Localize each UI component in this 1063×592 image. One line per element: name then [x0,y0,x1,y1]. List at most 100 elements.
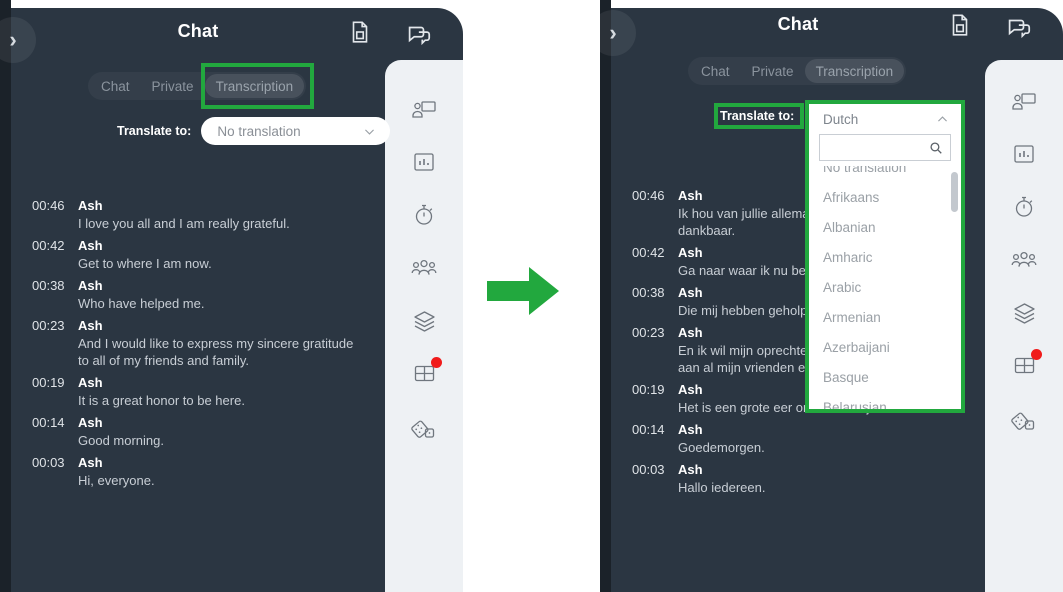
dropdown-search-wrap[interactable] [819,134,951,161]
transcript-message-header: 00:38 Ash [32,278,362,293]
left-header: Chat [11,18,385,70]
right-tab-transcription[interactable]: Transcription [804,59,905,83]
transcript-timestamp: 00:42 [632,245,665,260]
transcript-timestamp: 00:19 [632,382,665,397]
left-rail-layout-grid-icon[interactable] [385,357,463,386]
right-rail-participants-icon[interactable] [985,247,1063,275]
dropdown-option[interactable]: No translation [809,166,961,182]
left-panel: › Chat Chat Private Transcription Transl… [0,0,463,592]
right-arrow-icon [487,267,559,315]
left-tab-private[interactable]: Private [141,74,205,98]
transcript-message-text: Good morning. [78,433,164,448]
right-rail-timer-icon[interactable] [985,194,1063,220]
left-rail-layers-icon[interactable] [385,308,463,335]
chevron-up-icon [938,115,947,122]
transcript-speaker-name: Ash [678,325,703,340]
right-tab-private[interactable]: Private [741,59,805,83]
dropdown-option[interactable]: Albanian [809,212,961,242]
left-rail-screen-share-icon[interactable] [385,96,463,124]
transcript-timestamp: 00:23 [32,318,65,333]
dropdown-option[interactable]: Afrikaans [809,182,961,212]
left-transcription-highlight [201,63,314,109]
right-document-icon[interactable] [947,12,973,38]
dropdown-search-input[interactable] [820,139,929,156]
right-panel: › Chat Chat Private Transcription 00:46 … [590,0,1063,592]
transcript-speaker-name: Ash [678,245,703,260]
right-tab-chat[interactable]: Chat [690,59,741,83]
dropdown-scrollbar[interactable] [951,172,958,212]
left-translate-select[interactable]: No translation [201,117,391,145]
transcript-message-header: 00:42 Ash [32,238,362,253]
layers-icon [1011,300,1038,327]
left-rail-timer-icon[interactable] [385,202,463,228]
dropdown-selected-row[interactable]: Dutch [809,104,961,134]
left-rail-participants-icon[interactable] [385,255,463,283]
transcript-message: 00:14 Ash Goedemorgen. [632,422,962,456]
participants-icon [1010,247,1038,275]
left-translate-chevron-down-icon [365,128,375,135]
transcript-message-header: 00:46 Ash [32,198,362,213]
right-panel-edge [600,0,611,592]
transcript-timestamp: 00:46 [632,188,665,203]
right-rail-screen-share-icon[interactable] [985,88,1063,116]
dropdown-option[interactable]: Basque [809,362,961,392]
dropdown-option[interactable]: Belarusian [809,392,961,410]
search-icon [930,141,942,154]
transcript-message: 00:38 Ash Who have helped me. [32,278,362,312]
transcript-message-header: 00:23 Ash [32,318,362,333]
transcript-speaker-name: Ash [78,278,103,293]
right-header: Chat [611,11,985,63]
transcript-message: 00:23 Ash And I would like to express my s… [32,318,362,369]
transcript-message-text: I love you all and I am really grateful. [78,216,290,231]
left-document-icon[interactable] [347,19,373,45]
right-tabbar: Chat Private Transcription [688,57,907,85]
left-rail-poll-chart-icon[interactable] [385,149,463,175]
timer-icon [411,202,437,228]
poll-chart-icon [1011,141,1037,167]
transcript-message-header: 00:03 Ash [32,455,362,470]
transcript-speaker-name: Ash [678,462,703,477]
dropdown-option[interactable]: Amharic [809,242,961,272]
transcript-speaker-name: Ash [78,455,103,470]
transcript-timestamp: 00:38 [632,285,665,300]
right-rail-poll-chart-icon[interactable] [985,141,1063,167]
transcript-message-text: Who have helped me. [78,296,205,311]
dropdown-option[interactable]: Azerbaijani [809,332,961,362]
right-rail-dice-icon[interactable] [985,406,1063,434]
dropdown-options-list[interactable]: No translation Afrikaans Albanian Amharic Ar… [809,166,961,409]
left-chat-bubble-icon[interactable] [405,20,435,50]
screenshot-stage: › Chat Chat Private Transcription Transl… [0,0,1063,592]
dropdown-selected-value: Dutch [823,111,859,127]
transcript-timestamp: 00:23 [632,325,665,340]
timer-icon [1011,194,1037,220]
transcript-speaker-name: Ash [78,238,103,253]
right-rail-layers-icon[interactable] [985,300,1063,327]
left-translate-value: No translation [217,123,301,139]
transcript-message: 00:46 Ash I love you all and I am really g… [32,198,362,232]
transcript-timestamp: 00:42 [32,238,65,253]
language-dropdown[interactable]: Dutch No translation Afrikaans Albanian Amh… [805,100,965,413]
transcript-message-text: Get to where I am now. [78,256,212,271]
right-translate-row: Translate to: [720,109,794,123]
transcript-speaker-name: Ash [678,382,703,397]
transcript-message: 00:19 Ash It is a great honor to be here. [32,375,362,409]
right-rail-layout-grid-icon[interactable] [985,349,1063,378]
right-page-title: Chat [777,14,819,34]
transcript-timestamp: 00:14 [632,422,665,437]
dropdown-option[interactable]: Arabic [809,272,961,302]
dice-icon [410,414,438,442]
transcript-timestamp: 00:19 [32,375,65,390]
dropdown-option[interactable]: Armenian [809,302,961,332]
transcript-speaker-name: Ash [78,415,103,430]
transcript-speaker-name: Ash [78,375,103,390]
right-chat-bubble-icon[interactable] [1005,13,1035,43]
transcript-speaker-name: Ash [678,285,703,300]
left-transcript-list[interactable]: 00:46 Ash I love you all and I am really g… [32,198,362,495]
transcript-timestamp: 00:38 [32,278,65,293]
left-rail-dice-icon[interactable] [385,414,463,442]
screen-share-icon [410,96,438,124]
transcript-timestamp: 00:03 [32,455,65,470]
poll-chart-icon [411,149,437,175]
left-tab-chat[interactable]: Chat [90,74,141,98]
transcript-timestamp: 00:03 [632,462,665,477]
